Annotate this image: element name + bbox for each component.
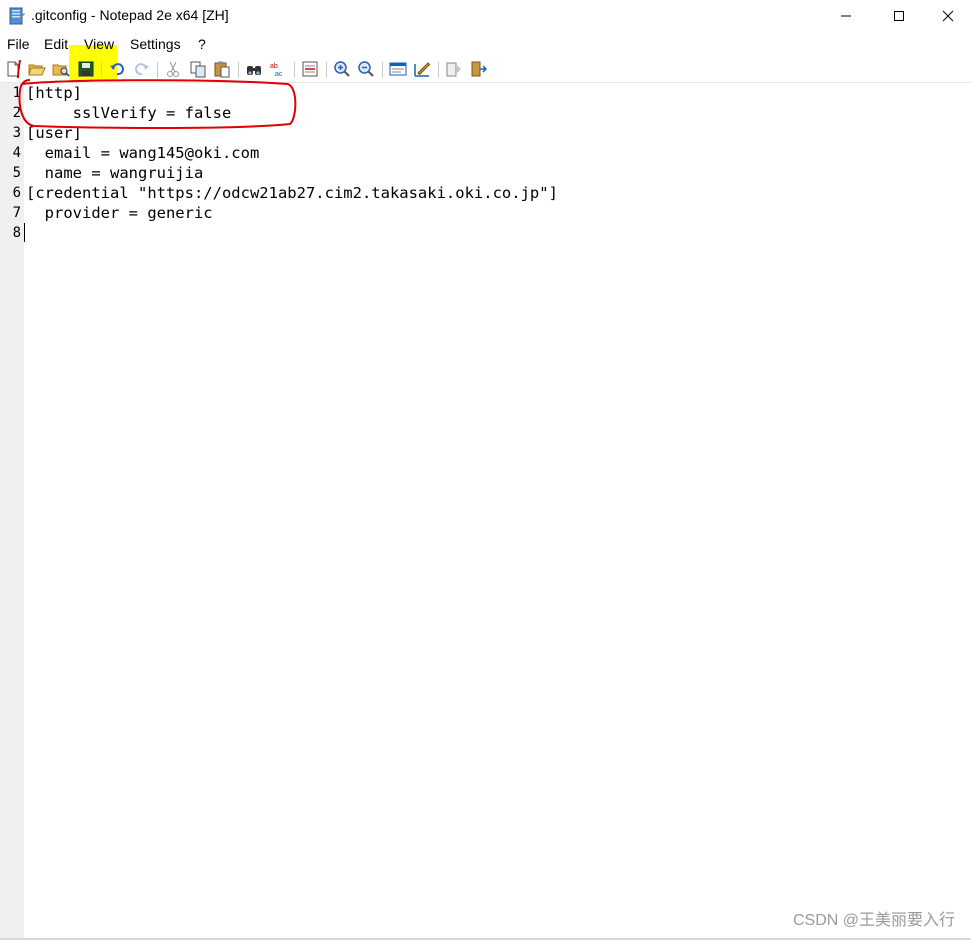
- goto-button[interactable]: [301, 60, 319, 78]
- scheme-window-icon: [389, 62, 407, 76]
- zoom-in-button[interactable]: [333, 60, 351, 78]
- undo-icon: [110, 63, 124, 76]
- new-file-button[interactable]: [4, 60, 22, 78]
- svg-text:ac: ac: [275, 71, 283, 78]
- menu-bar: File Edit View Settings ?: [0, 32, 971, 56]
- save-button[interactable]: [77, 60, 95, 78]
- menu-file[interactable]: File: [7, 36, 30, 52]
- line-number: 8: [12, 225, 21, 241]
- undo-button[interactable]: [108, 60, 126, 78]
- paste-button[interactable]: [213, 60, 231, 78]
- open-file-button[interactable]: [28, 60, 46, 78]
- new-window-icon: [446, 62, 461, 77]
- notepad-app-icon: [9, 7, 25, 25]
- replace-abc-icon: abac: [270, 63, 283, 78]
- line-number: 1: [12, 85, 21, 101]
- code-line: sslVerify = false: [26, 104, 232, 122]
- line-number: 7: [12, 205, 21, 221]
- new-window-button[interactable]: [445, 60, 463, 78]
- paste-clipboard-icon: [214, 61, 230, 78]
- window-title: .gitconfig - Notepad 2e x64 [ZH]: [31, 7, 229, 23]
- zoom-out-button[interactable]: [357, 60, 375, 78]
- redo-button[interactable]: [133, 60, 151, 78]
- browse-button[interactable]: [52, 60, 70, 78]
- menu-settings[interactable]: Settings: [130, 36, 181, 52]
- minimize-icon: [841, 15, 851, 17]
- scheme-button[interactable]: [389, 60, 407, 78]
- code-line: [credential "https://odcw21ab27.cim2.tak…: [26, 184, 558, 202]
- toolbar-separator: [101, 62, 102, 78]
- copy-button[interactable]: [189, 60, 207, 78]
- browse-folder-icon: [52, 64, 70, 77]
- menu-edit[interactable]: Edit: [44, 36, 68, 52]
- toolbar-separator: [326, 62, 327, 78]
- toolbar-separator: [382, 62, 383, 78]
- code-line: name = wangruijia: [26, 164, 204, 182]
- line-number: 2: [12, 105, 21, 121]
- menu-help[interactable]: ?: [198, 36, 206, 52]
- exit-button[interactable]: [469, 60, 487, 78]
- customize-button[interactable]: [413, 60, 431, 78]
- redo-icon: [135, 63, 149, 76]
- svg-text:ab: ab: [270, 63, 278, 70]
- exit-door-icon: [471, 61, 487, 77]
- code-line: [user]: [26, 124, 82, 142]
- find-button[interactable]: [245, 60, 263, 78]
- replace-button[interactable]: ab ac: [269, 60, 287, 78]
- toolbar-separator: [438, 62, 439, 78]
- line-number: 3: [12, 125, 21, 141]
- toolbar-separator: [294, 62, 295, 78]
- toolbar-separator: [238, 62, 239, 78]
- new-file-icon: [7, 61, 19, 77]
- menu-view[interactable]: View: [84, 36, 114, 52]
- open-folder-icon: [28, 64, 46, 76]
- copy-icon: [190, 61, 206, 78]
- watermark: CSDN @王美丽要入行: [792, 912, 955, 929]
- toolbar-separator: [157, 62, 158, 78]
- line-number: 6: [12, 185, 21, 201]
- text-caret: [24, 223, 25, 242]
- minimize-button[interactable]: [823, 0, 869, 32]
- title-bar: .gitconfig - Notepad 2e x64 [ZH]: [0, 0, 971, 32]
- line-number: 4: [12, 145, 21, 161]
- goto-line-icon: [302, 61, 318, 77]
- save-disk-icon: [78, 61, 94, 77]
- code-line: [http]: [26, 84, 82, 102]
- line-number: 5: [12, 165, 21, 181]
- code-line: email = wang145@oki.com: [26, 144, 260, 162]
- scissors-icon: [167, 61, 179, 77]
- toolbar: ab ac: [0, 57, 971, 83]
- cut-button[interactable]: [164, 60, 182, 78]
- code-line: provider = generic: [26, 204, 213, 222]
- close-icon: [942, 10, 954, 22]
- zoom-out-icon: [358, 61, 374, 77]
- maximize-button[interactable]: [876, 0, 922, 32]
- close-button[interactable]: [925, 0, 971, 32]
- zoom-in-icon: [334, 61, 350, 77]
- binoculars-icon: [247, 66, 261, 75]
- customize-pen-icon: [414, 62, 431, 77]
- maximize-icon: [894, 11, 904, 21]
